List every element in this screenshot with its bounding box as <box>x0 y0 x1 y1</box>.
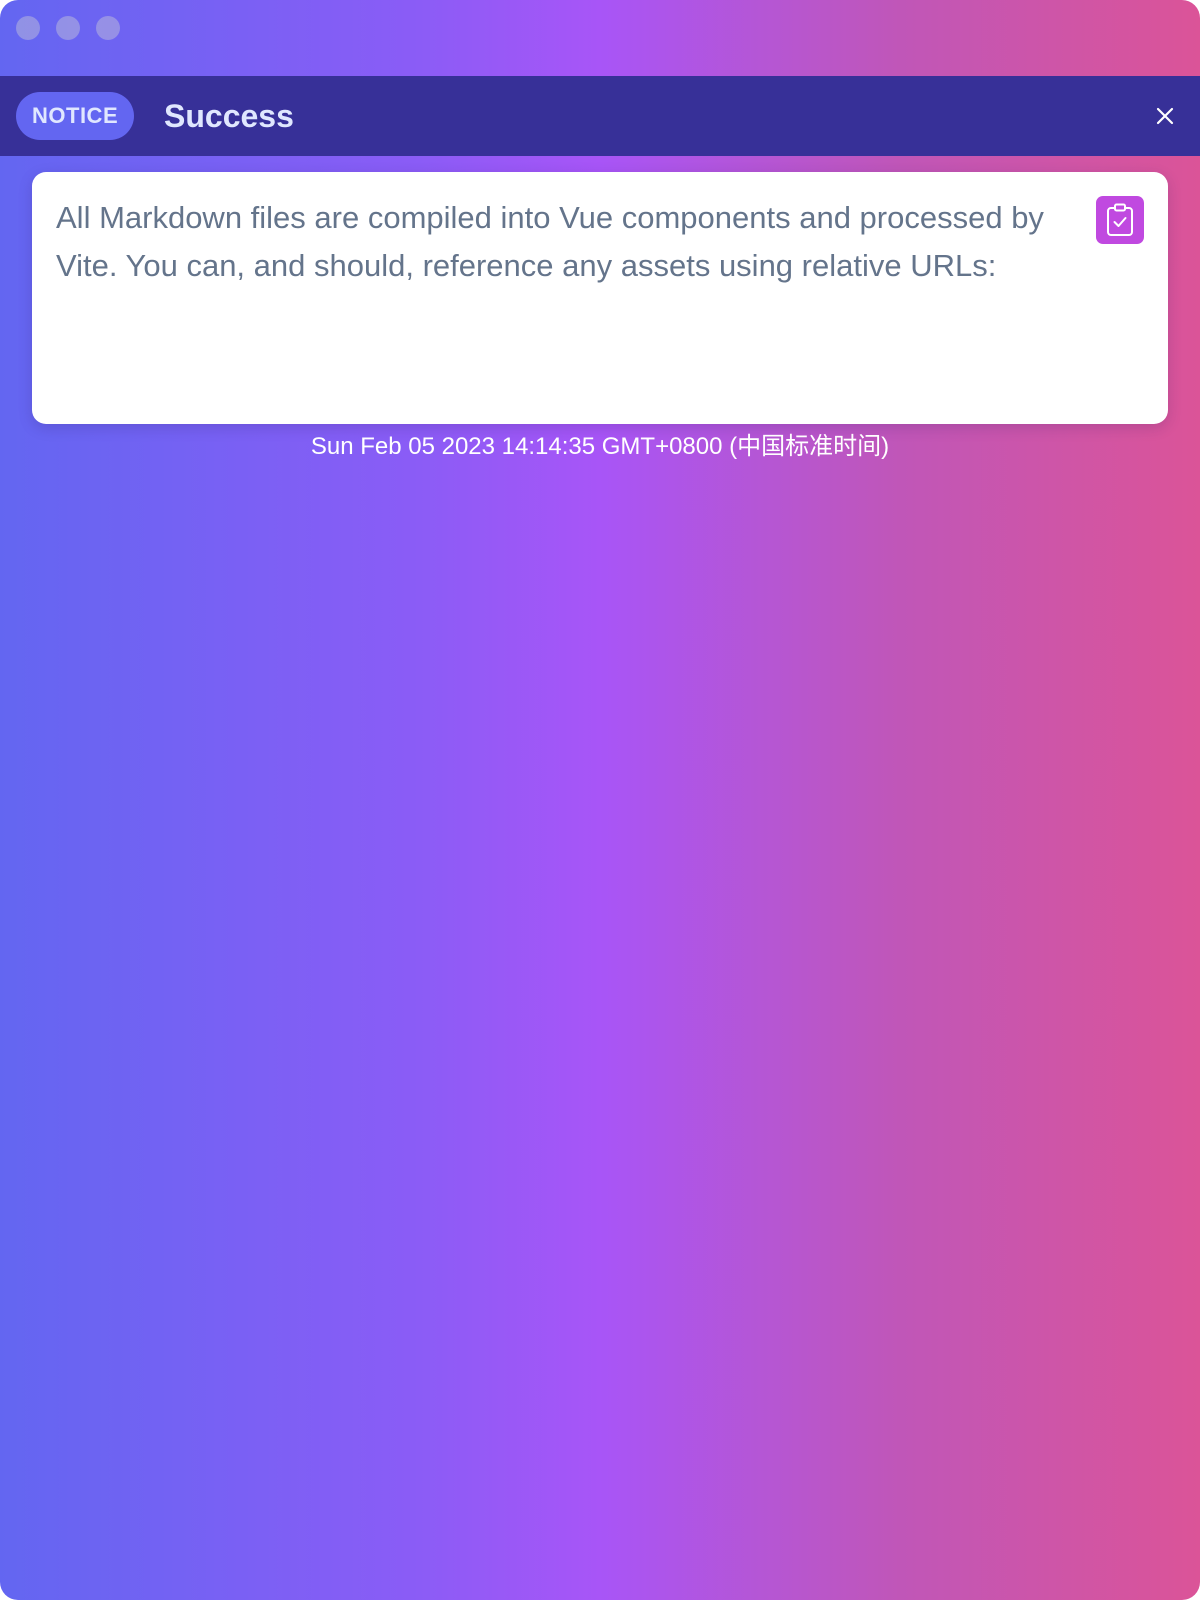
notice-header: NOTICE Success <box>0 76 1200 156</box>
window-close-button[interactable] <box>16 16 40 40</box>
clipboard-check-icon <box>1107 203 1133 236</box>
window-minimize-button[interactable] <box>56 16 80 40</box>
notification-window: NOTICE Success All Markdown files are co… <box>0 0 1200 1600</box>
close-icon[interactable] <box>1152 103 1178 129</box>
message-text: All Markdown files are compiled into Vue… <box>56 200 1044 283</box>
copy-button[interactable] <box>1096 196 1144 244</box>
window-zoom-button[interactable] <box>96 16 120 40</box>
timestamp: Sun Feb 05 2023 14:14:35 GMT+0800 (中国标准时… <box>310 433 890 460</box>
notice-title: Success <box>164 98 294 134</box>
title-bar <box>0 0 1200 76</box>
message-card: All Markdown files are compiled into Vue… <box>32 172 1168 424</box>
notice-badge: NOTICE <box>16 92 135 140</box>
